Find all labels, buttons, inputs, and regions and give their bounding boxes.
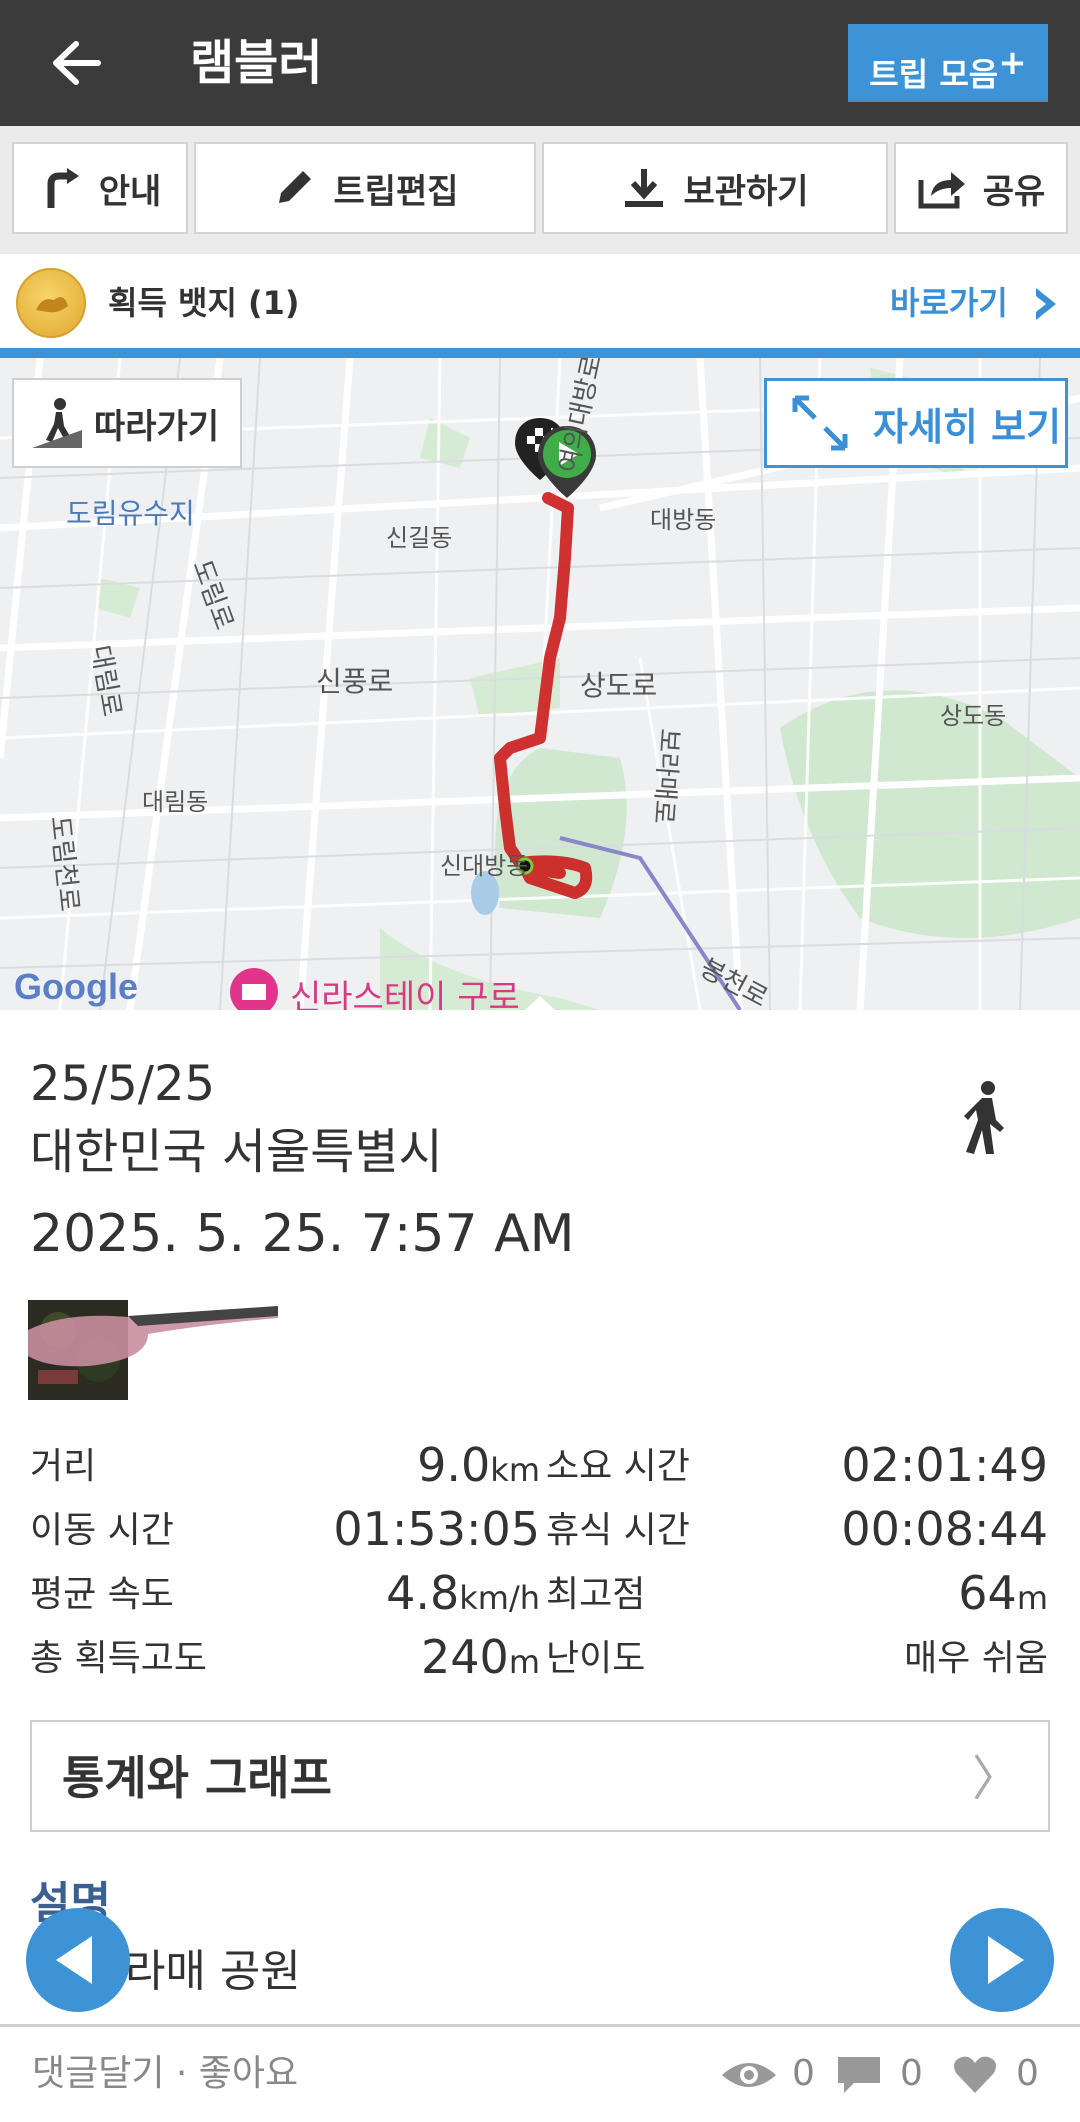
map-label: 신풍로 — [316, 665, 394, 698]
distance-value: 9.0km — [300, 1440, 540, 1495]
max-altitude-value: 64m — [780, 1568, 1048, 1623]
comment-count: 0 — [900, 2053, 923, 2094]
hiker-icon — [32, 398, 82, 448]
elevation-gain-label: 총 획득고도 — [30, 1638, 208, 1679]
guide-button[interactable]: 안내 — [12, 142, 188, 234]
distance-label: 거리 — [30, 1446, 97, 1487]
earned-badge-label: 획득 뱃지 (1) — [108, 284, 300, 322]
follow-label: 따라가기 — [94, 406, 220, 447]
view-count: 0 — [792, 2053, 815, 2094]
footer-bar: 댓글달기 · 좋아요 0 0 0 — [0, 2024, 1080, 2122]
route-map[interactable]: 도림유수지 신길동 대방동 여의대방로 도림로 신풍로 상도로 상도동 대림로 … — [0, 358, 1080, 1010]
expand-icon — [792, 395, 848, 451]
stats-graphs-label: 통계와 그래프 — [62, 1751, 332, 1805]
stats-graphs-button[interactable]: 통계와 그래프 〉 — [30, 1720, 1050, 1832]
moving-time-value: 01:53:05 — [333, 1502, 540, 1556]
avg-speed-label: 평균 속도 — [30, 1574, 174, 1615]
download-icon — [625, 169, 664, 207]
turn-arrow-icon — [47, 168, 79, 208]
elapsed-time-label: 소요 시간 — [546, 1446, 690, 1487]
goto-link[interactable]: 바로가기 — [890, 278, 1008, 328]
pencil-icon — [279, 171, 312, 203]
like-count: 0 — [1016, 2053, 1039, 2094]
app-header: 램블러 트립 모음+ — [0, 0, 1080, 126]
share-label: 공유 — [982, 171, 1046, 212]
next-button[interactable] — [950, 1908, 1054, 2012]
map-label: 보라매로 — [647, 727, 685, 826]
trip-datetime: 2025. 5. 25. 7:57 AM — [30, 1204, 575, 1264]
edit-trip-button[interactable]: 트립편집 — [194, 142, 536, 234]
edit-trip-label: 트립편집 — [333, 171, 459, 212]
heart-icon[interactable] — [952, 2055, 998, 2095]
badge-medal-icon — [16, 268, 86, 338]
follow-button[interactable]: 따라가기 — [12, 378, 242, 468]
max-altitude-number: 64 — [958, 1566, 1017, 1620]
trip-location: 대한민국 서울특별시 — [30, 1124, 443, 1180]
avg-speed-unit: km/h — [459, 1579, 540, 1617]
avg-speed-number: 4.8 — [386, 1566, 460, 1620]
play-left-icon — [56, 1936, 92, 1984]
detail-view-label: 자세히 보기 — [873, 404, 1062, 449]
save-button[interactable]: 보관하기 — [542, 142, 888, 234]
map-label: 신길동 — [386, 524, 453, 552]
rest-time-value: 00:08:44 — [841, 1502, 1048, 1556]
play-right-icon — [988, 1936, 1024, 1984]
comment-icon[interactable] — [836, 2055, 882, 2095]
difficulty-value: 매우 쉬움 — [904, 1638, 1048, 1679]
max-altitude-unit: m — [1016, 1579, 1048, 1617]
elevation-gain-value: 240m — [300, 1632, 540, 1687]
moving-time-label: 이동 시간 — [30, 1510, 174, 1551]
map-label: 신대방동 — [440, 852, 529, 880]
google-logo: Google — [14, 966, 138, 1007]
map-label: 도림유수지 — [66, 497, 195, 530]
trip-collection-label: 트립 모음 — [869, 55, 999, 94]
arrow-left-icon — [53, 41, 101, 85]
chevron-right-icon — [1036, 288, 1056, 320]
back-button[interactable] — [40, 30, 110, 96]
distance-number: 9.0 — [417, 1438, 491, 1492]
chevron-right-icon: 〉 — [971, 1751, 1020, 1807]
save-label: 보관하기 — [683, 171, 809, 212]
walking-icon — [964, 1081, 1004, 1154]
map-label: 상도로 — [580, 669, 658, 702]
guide-label: 안내 — [98, 171, 162, 212]
map-top-bar — [0, 348, 1080, 358]
map-label: 상도동 — [940, 702, 1007, 730]
action-toolbar: 안내 트립편집 보관하기 공유 — [0, 126, 1080, 254]
detail-view-button[interactable]: 자세히 보기 — [764, 378, 1068, 468]
trip-date: 25/5/25 — [30, 1056, 216, 1112]
map-label: 대림동 — [142, 788, 209, 816]
eye-icon — [722, 2063, 776, 2087]
page-title: 램블러 — [190, 35, 323, 91]
plus-icon: + — [998, 43, 1027, 83]
trip-collection-button[interactable]: 트립 모음+ — [848, 24, 1048, 102]
distance-unit: km — [490, 1451, 540, 1489]
previous-button[interactable] — [26, 1908, 130, 2012]
difficulty-label: 난이도 — [546, 1638, 646, 1679]
share-icon — [918, 172, 965, 209]
share-button[interactable]: 공유 — [894, 142, 1068, 234]
avg-speed-value: 4.8km/h — [300, 1568, 540, 1623]
map-label: 대방동 — [650, 506, 717, 534]
comment-like-links[interactable]: 댓글달기 · 좋아요 — [32, 2049, 298, 2099]
rest-time-label: 휴식 시간 — [546, 1510, 690, 1551]
elevation-gain-number: 240 — [421, 1630, 509, 1684]
max-altitude-label: 최고점 — [546, 1574, 646, 1615]
redacted-username-mark — [28, 1306, 278, 1367]
elapsed-time-value: 02:01:49 — [841, 1438, 1048, 1492]
elevation-gain-unit: m — [508, 1643, 540, 1681]
map-poi-label: 신라스테이 구로 — [290, 978, 520, 1010]
badge-row[interactable]: 획득 뱃지 (1) 바로가기 — [0, 254, 1080, 348]
